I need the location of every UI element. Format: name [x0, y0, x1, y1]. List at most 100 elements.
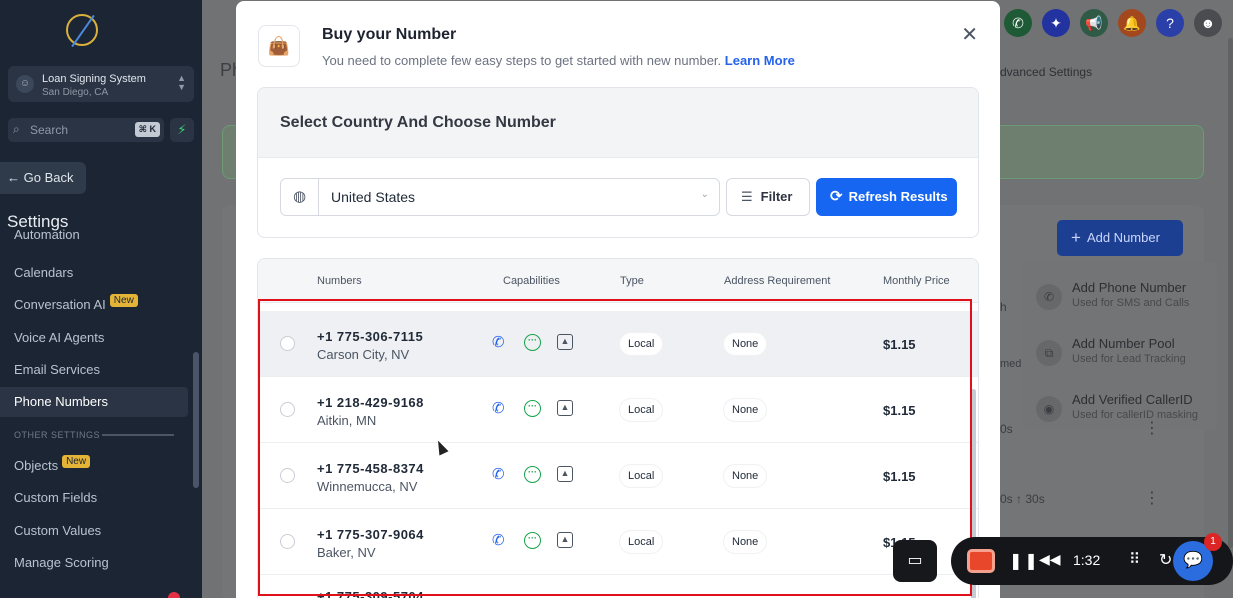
location-name: Loan Signing System [42, 73, 146, 85]
learn-more-link[interactable]: Learn More [725, 53, 795, 68]
recorder-toolbar: ❚❚ ◀◀ 1:32 ⠿ ↻ 💬 1 [951, 533, 1233, 585]
sidebar-item-calendars[interactable]: Calendars [0, 258, 188, 288]
mms-capability-icon: ▲ [557, 466, 573, 482]
address-badge: None [724, 333, 767, 355]
row-radio[interactable] [280, 336, 295, 351]
location-switcher[interactable]: ☺ Loan Signing System San Diego, CA ▲ ▼ [8, 66, 194, 102]
user-avatar[interactable]: ☻ [1194, 9, 1222, 37]
table-row[interactable]: +1 775-306-7115 Carson City, NV ✆ ··· ▲ … [258, 311, 978, 377]
row-radio[interactable] [280, 402, 295, 417]
sidebar-item-custom-values[interactable]: Custom Values [0, 516, 188, 546]
dropdown-add-number-pool[interactable]: ⧉ Add Number Pool Used for Lead Tracking [1022, 324, 1217, 380]
sidebar-item-email-services[interactable]: Email Services [0, 355, 188, 385]
location-avatar-icon: ☺ [16, 75, 34, 93]
globe-icon: ◍ [281, 179, 319, 215]
numbers-table: Numbers Capabilities Type Address Requir… [257, 258, 979, 598]
search-shortcut: ⌘ K [134, 122, 160, 137]
sidebar-item-phone-numbers[interactable]: Phone Numbers [0, 387, 188, 417]
shopping-bag-icon: 👜 [258, 25, 300, 67]
select-country-section: Select Country And Choose Number ◍ Unite… [257, 87, 979, 238]
advanced-settings-tab[interactable]: dvanced Settings [1000, 65, 1092, 79]
sparkle-icon[interactable]: ✦ [1042, 9, 1070, 37]
sidebar-item-label: Custom Fields [14, 490, 98, 505]
more-options-icon[interactable]: ⋮ [1144, 418, 1160, 438]
table-row[interactable]: +1 775-458-8374 Winnemucca, NV ✆ ··· ▲ L… [258, 443, 978, 509]
country-select[interactable]: ◍ United States ⌄ [280, 178, 720, 216]
bell-icon[interactable]: 🔔 [1118, 9, 1146, 37]
sidebar-item-custom-fields[interactable]: Custom Fields [0, 483, 188, 513]
search-icon: ⌕ [13, 122, 20, 136]
sidebar-item-label: Custom Values [14, 523, 102, 538]
modal-subtitle-text: You need to complete few easy steps to g… [322, 53, 722, 68]
mms-capability-icon: ▲ [557, 532, 573, 548]
quick-action-bolt-icon[interactable]: ⚡ [170, 118, 194, 142]
dropdown-subtitle: Used for SMS and Calls [1072, 297, 1190, 309]
page-scrollbar[interactable] [1228, 38, 1233, 548]
sidebar-item-objects[interactable]: Objects New [0, 451, 188, 481]
address-badge: None [724, 399, 767, 421]
refresh-icon: ⟳ [830, 188, 843, 205]
sidebar-scrollbar[interactable] [193, 352, 199, 488]
col-type: Type [620, 275, 644, 287]
number-city: Baker, NV [317, 545, 376, 560]
sidebar-item-conversation-ai[interactable]: Conversation AI New [0, 290, 188, 320]
restart-icon[interactable]: ↻ [1159, 550, 1172, 570]
filter-label: Filter [760, 189, 793, 204]
new-badge: New [62, 455, 91, 468]
bg-fragment: h [1000, 300, 1007, 314]
chevron-updown-icon: ▲ ▼ [177, 73, 186, 92]
recording-time: 1:32 [1073, 552, 1101, 568]
number-city: Aitkin, MN [317, 413, 377, 428]
table-row[interactable]: +1 775-307-9064 Baker, NV ✆ ··· ▲ Local … [258, 509, 978, 575]
row-radio[interactable] [280, 468, 295, 483]
refresh-results-button[interactable]: ⟳ Refresh Results [816, 178, 957, 216]
sidebar-item-label: Manage Scoring [14, 555, 109, 570]
table-row[interactable]: +1 218-429-9168 Aitkin, MN ✆ ··· ▲ Local… [258, 377, 978, 443]
close-icon[interactable]: ✕ [961, 25, 978, 45]
camera-icon[interactable]: ▭ [893, 540, 937, 582]
search-input[interactable]: ⌕ Search ⌘ K [8, 118, 164, 142]
grid-icon[interactable]: ⠿ [1129, 550, 1140, 568]
sidebar-item-automation[interactable]: Automation [0, 226, 188, 244]
sidebar-item-manage-scoring[interactable]: Manage Scoring [0, 548, 188, 578]
col-address: Address Requirement [724, 275, 831, 287]
type-badge: Local [620, 531, 663, 553]
bg-fragment: 0s [1000, 422, 1013, 436]
dropdown-add-phone-number[interactable]: ✆ Add Phone Number Used for SMS and Call… [1022, 268, 1217, 324]
number-city: Winnemucca, NV [317, 479, 418, 494]
phone-number: +1 218-429-9168 [317, 395, 424, 410]
help-icon[interactable]: ? [1156, 9, 1184, 37]
megaphone-icon[interactable]: 📢 [1080, 9, 1108, 37]
phone-icon[interactable]: ✆ [1004, 9, 1032, 37]
mms-capability-icon: ▲ [557, 400, 573, 416]
stop-recording-button[interactable] [967, 549, 995, 573]
more-options-icon[interactable]: ⋮ [1144, 488, 1160, 508]
col-price: Monthly Price [883, 275, 950, 287]
dropdown-title: Add Phone Number [1072, 280, 1187, 295]
rewind-icon[interactable]: ◀◀ [1039, 551, 1061, 568]
address-badge: None [724, 531, 767, 553]
monthly-price: $1.15 [883, 337, 916, 352]
pause-icon[interactable]: ❚❚ [1009, 551, 1040, 571]
notification-dot [168, 592, 180, 598]
col-numbers: Numbers [317, 275, 362, 287]
sidebar: ☺ Loan Signing System San Diego, CA ▲ ▼ ⌕… [0, 0, 202, 598]
monthly-price: $1.15 [883, 403, 916, 418]
sidebar-item-voice-ai-agents[interactable]: Voice AI Agents [0, 323, 188, 353]
go-back-button[interactable]: ← Go Back [0, 162, 86, 194]
search-placeholder: Search [30, 123, 69, 137]
modal-subtitle: You need to complete few easy steps to g… [322, 53, 795, 68]
sms-capability-icon: ··· [524, 466, 541, 483]
sidebar-item-label: Phone Numbers [14, 394, 108, 409]
add-number-button[interactable]: + Add Number [1057, 220, 1183, 256]
pool-icon: ⧉ [1036, 340, 1062, 366]
filter-button[interactable]: ☰ Filter [726, 178, 810, 216]
row-radio[interactable] [280, 534, 295, 549]
dropdown-add-verified-callerid[interactable]: ◉ Add Verified CallerID Used for callerI… [1022, 380, 1217, 436]
dropdown-subtitle: Used for callerID masking [1072, 409, 1198, 421]
phone-number: +1 775-307-9064 [317, 527, 424, 542]
plus-icon: + [1071, 228, 1081, 247]
new-badge: New [109, 294, 138, 307]
address-badge: None [724, 465, 767, 487]
dropdown-subtitle: Used for Lead Tracking [1072, 353, 1186, 365]
